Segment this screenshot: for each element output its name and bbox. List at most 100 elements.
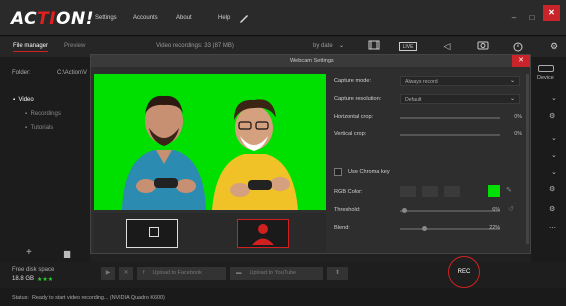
chroma-key-label: Use Chroma key [348,169,390,175]
eyedropper-icon[interactable]: ✎ [506,186,512,194]
chevron-down-icon: ⌄ [339,43,345,49]
tree-item-recordings[interactable]: ▪ Recordings [25,111,61,117]
chroma-key-checkbox[interactable] [334,168,342,176]
bottom-controls: Free disk space 18.8 GB ★★★ ▶ ✕ f Upload … [0,256,566,288]
menu-about[interactable]: About [176,15,192,21]
chevron-down-icon: ⌄ [509,78,515,84]
pen-icon[interactable] [238,11,250,23]
chevron-down-icon[interactable]: ⌄ [551,151,557,159]
rgb-b-field[interactable] [444,186,460,197]
film-icon[interactable] [367,40,381,52]
person-icon [149,227,159,237]
tree-item-label: Tutorials [30,125,54,131]
minimize-button[interactable]: – [508,12,520,24]
tree-item-tutorials[interactable]: ▪ Tutorials [25,125,53,131]
folder-label: Folder: [12,70,31,76]
gear-icon[interactable]: ⚙ [547,40,561,52]
webcam-mode-full[interactable] [237,219,289,248]
rgb-g-field[interactable] [422,186,438,197]
status-bar: Status: Ready to start video recording..… [0,288,566,306]
status-text: Ready to start video recording... (NVIDI… [32,295,165,301]
chevron-down-icon[interactable]: ⌄ [551,94,557,102]
tree-item-video[interactable]: ▪ Video [13,97,34,103]
dialog-title-bar: Webcam Settings ✕ [91,55,530,67]
chevron-down-icon[interactable]: ⌄ [551,134,557,142]
capture-resolution-label: Capture resolution: [334,96,382,102]
reset-icon[interactable]: ↺ [508,205,514,213]
youtube-icon: ▬ [236,270,242,276]
gear-icon[interactable]: ⚙ [549,205,555,213]
blend-slider-handle[interactable] [422,226,427,231]
title-bar: ACTION! Settings Accounts About Help – □… [0,0,566,36]
upload-facebook-button[interactable]: f Upload to Facebook [137,267,226,280]
threshold-slider-handle[interactable] [402,208,407,213]
blend-value: 22% [489,225,500,231]
capture-mode-label: Capture mode: [334,78,372,84]
camera-icon[interactable] [476,40,490,52]
threshold-value: 6% [492,207,500,213]
menu-help[interactable]: Help [218,15,230,21]
tree-item-label: Video [18,97,34,103]
tree-item-label: Recordings [30,111,61,117]
rgb-color-label: RGB Color: [334,189,363,195]
share-button[interactable]: ⬆ [327,267,348,280]
gear-icon[interactable]: ⚙ [549,185,555,193]
horizontal-crop-slider[interactable] [400,117,500,119]
blend-slider[interactable] [400,228,500,230]
tab-preview[interactable]: Preview [64,43,85,49]
more-icon[interactable]: ⋯ [549,224,556,232]
upload-youtube-label: Upload to YouTube [249,270,297,276]
threshold-slider[interactable] [400,210,500,212]
vertical-crop-slider[interactable] [400,134,500,136]
file-sidebar: Folder: C:\Action\V ▪ Video ▪ Recordings… [0,57,90,286]
disk-indicator: ★★★ [37,277,54,283]
horizontal-crop-label: Horizontal crop: [334,114,374,120]
chroma-color-swatch[interactable] [488,185,500,197]
settings-scrollbar[interactable] [526,74,529,244]
vertical-crop-value: 0% [514,131,522,137]
rec-button[interactable]: REC [448,256,480,288]
rgb-r-field[interactable] [400,186,416,197]
status-label: Status: [12,295,29,301]
live-icon[interactable]: LIVE [399,42,417,51]
tab-file-manager[interactable]: File manager [13,43,49,52]
speaker-icon[interactable]: ◁ [440,40,454,52]
upload-facebook-label: Upload to Facebook [152,270,202,276]
webcam-mode-overlay[interactable] [126,219,178,248]
gear-icon[interactable]: ⚙ [549,112,555,120]
dialog-title: Webcam Settings [290,58,334,64]
chevron-down-icon[interactable]: ⌄ [551,168,557,176]
device-icon [538,65,554,72]
person-icon [252,224,274,245]
right-panel: Device ⌄ ⚙ ⌄ ⌄ ⌄ ⚙ ⚙ ⋯ [531,57,566,286]
webcam-settings-dialog: Webcam Settings ✕ Capture mode: Always r… [90,54,531,254]
capture-resolution-dropdown[interactable]: Default ⌄ [400,94,520,104]
folder-icon[interactable]: ▆ [64,249,70,258]
delete-button[interactable]: ✕ [119,267,133,280]
menu-accounts[interactable]: Accounts [133,15,158,21]
webcam-image [122,95,298,210]
menu-settings[interactable]: Settings [95,15,117,21]
capture-mode-value: Always record [405,78,438,85]
facebook-icon: f [143,270,145,276]
maximize-button[interactable]: □ [526,12,538,24]
folder-path[interactable]: C:\Action\V [57,70,87,76]
sort-dropdown[interactable]: by date [313,43,333,49]
settings-panel: Capture mode: Always record ⌄ Capture res… [330,74,530,254]
close-window-button[interactable]: ✕ [543,5,560,21]
app-window: ACTION! Settings Accounts About Help – □… [0,0,566,306]
play-button[interactable]: ▶ [101,267,115,280]
capture-resolution-value: Default [405,96,422,103]
chevron-down-icon: ⌄ [509,96,515,102]
webcam-preview [94,74,326,210]
dialog-close-button[interactable]: ✕ [512,55,530,67]
capture-mode-dropdown[interactable]: Always record ⌄ [400,76,520,86]
timer-icon[interactable] [511,40,525,52]
upload-youtube-button[interactable]: ▬ Upload to YouTube [230,267,323,280]
threshold-label: Threshold: [334,207,361,213]
app-logo: ACTION! [11,9,94,29]
horizontal-crop-value: 0% [514,114,522,120]
recordings-info: Video recordings: 33 (87 MB) [156,43,234,49]
vertical-crop-label: Vertical crop: [334,131,367,137]
add-folder-button[interactable]: + [26,247,32,258]
